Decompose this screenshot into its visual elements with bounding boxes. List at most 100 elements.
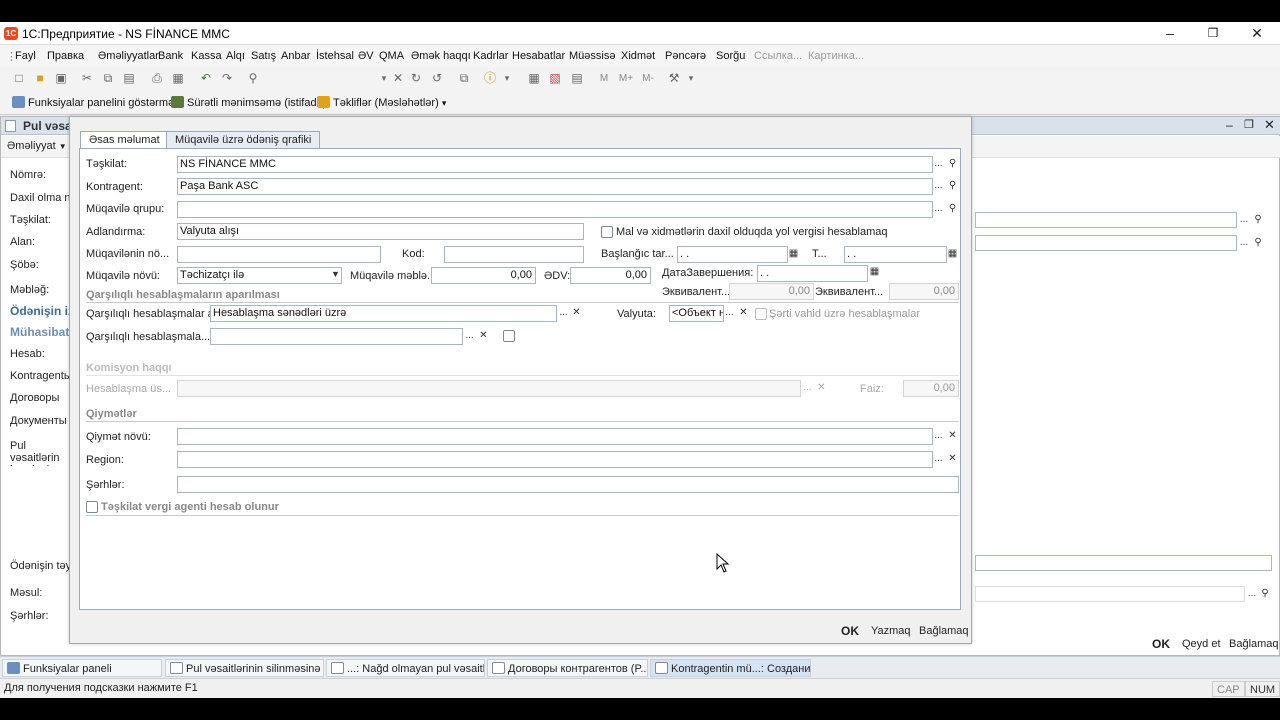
- payment-purpose-field[interactable]: [975, 555, 1272, 571]
- start-date-calendar-icon[interactable]: ▦: [787, 247, 800, 262]
- calc-method-select-button[interactable]: ...: [801, 381, 814, 396]
- task-function-panel[interactable]: Funksiyalar paneli: [2, 659, 162, 677]
- tools-dropdown-icon[interactable]: ▾: [684, 72, 698, 85]
- end-date-field[interactable]: . .: [757, 265, 868, 282]
- t-date-calendar-icon[interactable]: ▦: [946, 247, 959, 262]
- menu-fixed-assets[interactable]: ƏV: [358, 50, 374, 62]
- menu-production[interactable]: İstehsal: [316, 50, 354, 62]
- equivalent-2-field[interactable]: 0,00: [889, 283, 959, 300]
- counterparty-search-icon[interactable]: ⚲: [946, 179, 959, 194]
- menu-query[interactable]: Sorğu: [716, 50, 745, 62]
- vat-amount-field[interactable]: 0,00: [570, 267, 651, 284]
- undo-icon[interactable]: ↶: [199, 72, 213, 85]
- memory-plus-icon[interactable]: M+: [617, 72, 635, 85]
- end-date-calendar-icon[interactable]: ▦: [868, 265, 881, 280]
- settlement-2-clear-icon[interactable]: ✕: [477, 329, 490, 344]
- doc-close-button[interactable]: ✕: [1264, 117, 1275, 133]
- settlement-2-select-button[interactable]: ...: [463, 329, 476, 344]
- dialog-ok-button[interactable]: OK: [841, 624, 859, 638]
- operation-menu-button[interactable]: Əməliyyat ▼: [7, 140, 67, 152]
- contract-amount-field[interactable]: 0,00: [431, 267, 536, 284]
- search-dropdown-icon[interactable]: ▾: [377, 72, 391, 85]
- org-select-button[interactable]: ...: [932, 157, 945, 172]
- price-type-select-button[interactable]: ...: [932, 429, 945, 444]
- copy-icon[interactable]: ⧉: [101, 72, 115, 85]
- contract-group-search-icon[interactable]: ⚲: [946, 202, 959, 217]
- dialog-write-button[interactable]: Yazmaq: [871, 625, 911, 637]
- contract-group-field[interactable]: [177, 201, 933, 218]
- menu-reports[interactable]: Hesabatlar: [512, 50, 565, 62]
- org-search-icon[interactable]: ⚲: [946, 157, 959, 172]
- close-window-button[interactable]: ✕: [1242, 24, 1272, 42]
- currency-clear-icon[interactable]: ✕: [737, 306, 750, 321]
- find-next-icon[interactable]: ↻: [409, 72, 423, 85]
- t-date-field[interactable]: . .: [844, 246, 947, 263]
- start-date-field[interactable]: . .: [677, 246, 788, 263]
- counterparty-field[interactable]: Paşa Bank ASC: [177, 178, 933, 195]
- doc-close-text-button[interactable]: Bağlamaq: [1229, 638, 1279, 650]
- responsible-search-icon[interactable]: ⚲: [1259, 587, 1271, 601]
- menu-sale[interactable]: Satış: [251, 50, 276, 62]
- doc-ok-button[interactable]: OK: [1152, 637, 1170, 651]
- windows-icon[interactable]: ⧉: [457, 72, 471, 85]
- org-field[interactable]: NS FİNANCE MMC: [177, 156, 933, 173]
- menu-qma[interactable]: QMA: [379, 50, 404, 62]
- task-payment-order[interactable]: Pul vəsaitlərinin silinməsinə öd...: [165, 659, 324, 677]
- settlement-2-checkbox[interactable]: [503, 330, 515, 342]
- info-dropdown-icon[interactable]: ▾: [500, 72, 514, 85]
- menu-salary[interactable]: Əmək haqqı: [411, 50, 471, 62]
- recipient-field[interactable]: [975, 235, 1237, 251]
- menu-enterprise[interactable]: Müəssisə: [569, 50, 615, 62]
- calc-method-clear-icon[interactable]: ✕: [815, 381, 828, 396]
- menu-edit[interactable]: Правка: [47, 50, 84, 62]
- preview-icon[interactable]: ▦: [171, 72, 185, 85]
- calc-method-field[interactable]: [177, 380, 801, 397]
- region-field[interactable]: [177, 451, 933, 468]
- open-icon[interactable]: ■: [33, 72, 47, 85]
- code-field[interactable]: [444, 246, 584, 263]
- find-prev-icon[interactable]: ↺: [430, 72, 444, 85]
- calendar-icon[interactable]: ▧: [548, 72, 562, 85]
- quick-learn-button[interactable]: Sürətli mənimsəmə (istifadə): [171, 96, 326, 109]
- contract-group-select-button[interactable]: ...: [932, 202, 945, 217]
- name-field[interactable]: Valyuta alışı: [177, 223, 584, 240]
- dialog-comments-field[interactable]: [177, 476, 959, 493]
- menu-file[interactable]: Fayl: [15, 50, 36, 62]
- tools-icon[interactable]: ⚒: [667, 72, 681, 85]
- search-clear-icon[interactable]: ✕: [391, 72, 405, 85]
- equivalent-1-field[interactable]: 0,00: [729, 283, 814, 300]
- function-panel-button[interactable]: Funksiyalar panelini göstərmək: [12, 96, 180, 109]
- minimize-button[interactable]: –: [1155, 24, 1185, 42]
- settlement-method-field[interactable]: Hesablaşma sənədləri üzrə: [210, 305, 557, 322]
- doc-save-button[interactable]: Qeyd et: [1182, 638, 1221, 650]
- menu-personnel[interactable]: Kadrlar: [473, 50, 508, 62]
- responsible-select-button[interactable]: ...: [1246, 587, 1258, 601]
- menu-window[interactable]: Pəncərə: [665, 50, 706, 62]
- menu-warehouse[interactable]: Anbar: [281, 50, 310, 62]
- settlement-method-clear-icon[interactable]: ✕: [570, 306, 583, 321]
- dialog-close-button[interactable]: Bağlamaq: [919, 625, 969, 637]
- contract-type-dropdown-icon[interactable]: ▼: [329, 268, 342, 283]
- print-icon[interactable]: ⎙: [150, 72, 164, 85]
- menu-bank[interactable]: Bank: [158, 50, 183, 62]
- menu-cash[interactable]: Kassa: [191, 50, 222, 62]
- settlement-2-field[interactable]: [210, 328, 463, 345]
- task-contract-create[interactable]: Kontragentin mü...: Создание *: [650, 659, 811, 677]
- info-icon[interactable]: ⓘ: [483, 72, 497, 85]
- conditional-unit-checkbox[interactable]: [755, 308, 767, 320]
- task-noncash[interactable]: ...: Nağd olmayan pul vəsaitlə...: [326, 659, 485, 677]
- doc-restore-button[interactable]: ❐: [1244, 118, 1254, 131]
- organization-select-button[interactable]: ...: [1238, 213, 1250, 227]
- tab-payment-schedule[interactable]: Müqavilə üzrə ödəniş qrafiki: [166, 131, 321, 149]
- calculator-icon[interactable]: ▤: [570, 72, 584, 85]
- restore-button[interactable]: ❐: [1198, 24, 1228, 42]
- save-icon[interactable]: ▣: [54, 72, 68, 85]
- organization-search-icon[interactable]: ⚲: [1252, 213, 1264, 227]
- price-type-clear-icon[interactable]: ✕: [946, 429, 959, 444]
- paste-icon[interactable]: ▤: [122, 72, 136, 85]
- menu-operations[interactable]: Əməliyyatlar: [98, 50, 159, 62]
- menu-service[interactable]: Xidmət: [621, 50, 655, 62]
- recipient-search-icon[interactable]: ⚲: [1252, 236, 1264, 250]
- table-icon[interactable]: ▦: [527, 72, 541, 85]
- contract-type-select[interactable]: Təchizatçı ilə: [177, 267, 342, 284]
